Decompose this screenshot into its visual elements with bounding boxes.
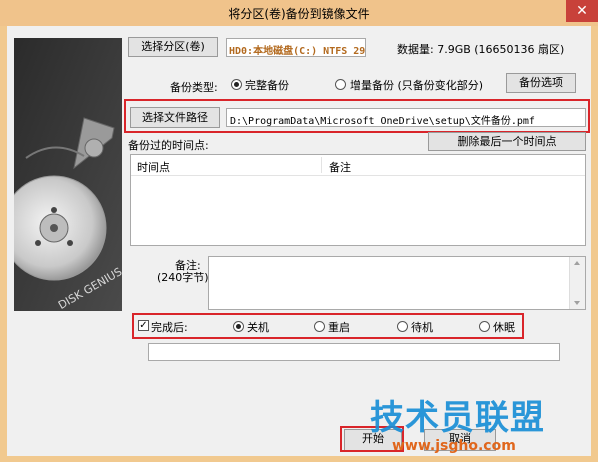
scroll-up-icon[interactable]: [574, 261, 580, 265]
note-scrollbar[interactable]: [569, 257, 585, 309]
note-sublabel: (240字节): [157, 271, 209, 284]
full-backup-label: 完整备份: [245, 79, 289, 92]
scroll-down-icon[interactable]: [574, 301, 580, 305]
select-partition-button[interactable]: 选择分区(卷): [128, 37, 218, 57]
standby-radio[interactable]: [397, 321, 408, 332]
history-label: 备份过的时间点:: [128, 139, 209, 152]
file-path-value: D:\ProgramData\Microsoft OneDrive\setup\…: [230, 116, 535, 127]
hibernate-radio[interactable]: [479, 321, 490, 332]
partition-field: HD0:本地磁盘(C:) NTFS 29: [226, 38, 366, 57]
history-list[interactable]: 时间点 备注: [130, 154, 586, 246]
delete-last-point-button[interactable]: 删除最后一个时间点: [428, 132, 586, 151]
note-textarea[interactable]: [208, 256, 586, 310]
shutdown-label: 关机: [247, 321, 269, 334]
disk-image-panel: DISK GENIUS: [14, 38, 122, 311]
backup-type-label: 备份类型:: [170, 81, 218, 94]
hard-disk-icon: DISK GENIUS: [14, 38, 122, 311]
watermark-url: www.jsgho.com: [392, 438, 516, 454]
incremental-backup-radio[interactable]: [335, 79, 346, 90]
restart-label: 重启: [328, 321, 350, 334]
column-time[interactable]: 时间点: [137, 159, 170, 175]
select-file-path-button[interactable]: 选择文件路径: [130, 107, 220, 128]
shutdown-radio[interactable]: [233, 321, 244, 332]
close-button[interactable]: ✕: [566, 0, 598, 22]
file-path-input[interactable]: D:\ProgramData\Microsoft OneDrive\setup\…: [226, 108, 586, 127]
partition-value: HD0:本地磁盘(C:) NTFS 29: [229, 46, 366, 57]
column-divider: [321, 157, 322, 173]
full-backup-radio[interactable]: [231, 79, 242, 90]
restart-radio[interactable]: [314, 321, 325, 332]
window-title: 将分区(卷)备份到镜像文件: [228, 7, 370, 21]
column-note[interactable]: 备注: [329, 159, 351, 175]
progress-bar: [148, 343, 560, 361]
standby-label: 待机: [411, 321, 433, 334]
after-completion-checkbox[interactable]: ✓: [138, 320, 149, 331]
watermark-text: 技术员联盟: [370, 398, 545, 438]
data-size-info: 数据量: 7.9GB (16650136 扇区): [397, 43, 565, 56]
after-completion-label: 完成后:: [151, 321, 188, 334]
incremental-backup-label: 增量备份 (只备份变化部分): [350, 79, 484, 92]
hibernate-label: 休眠: [493, 321, 515, 334]
history-header: 时间点 备注: [131, 155, 585, 176]
backup-options-button[interactable]: 备份选项: [506, 73, 576, 93]
